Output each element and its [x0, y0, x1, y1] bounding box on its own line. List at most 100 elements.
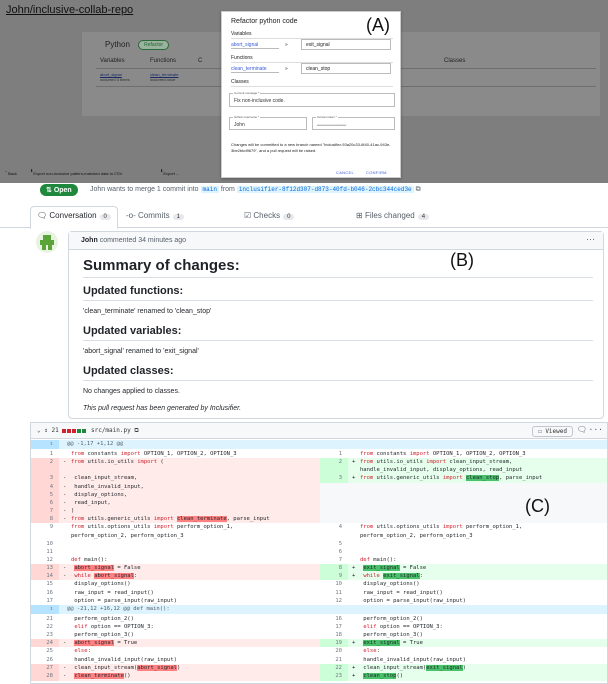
code-text: handle_invalid_input,	[71, 483, 144, 490]
access-token-field[interactable]: Access token * •••••••••••••••••••••••••…	[312, 115, 395, 130]
diff-hunk-header: ⇕ @@ -1,17 +1,12 @@	[31, 440, 607, 449]
panel-a-refactor-tool: John/inclusive-collab-repo Python Refact…	[0, 0, 608, 183]
code-text: exit_signal = True	[363, 640, 423, 647]
tab-label: Conversation	[49, 211, 97, 220]
pr-from-word: from	[220, 186, 235, 193]
export-csv-button[interactable]: ⬇ Export non-inclusive pattern-matched d…	[30, 168, 122, 176]
viewed-label: Viewed	[545, 428, 567, 435]
code-line: + clean_stop()	[348, 671, 607, 681]
code-text: from utils.generic_utils import clean_te…	[71, 516, 270, 523]
head-branch-link[interactable]: inclusifier-8f12d307-d873-40fd-b046-2cbc…	[236, 186, 414, 193]
code-text: exit_signal = False	[363, 565, 427, 572]
code-text: perform_option_2, perform_option_3	[71, 532, 184, 539]
code-text: from utils.options_utils import perform_…	[71, 524, 234, 531]
panel-label-c: (C)	[525, 496, 550, 516]
github-username-field[interactable]: Github username * John	[229, 115, 307, 130]
col-header-variables: Variables	[100, 58, 125, 64]
line-number[interactable]: 23	[320, 671, 348, 681]
rename-arrow-icon: »	[285, 66, 288, 72]
expand-icon[interactable]: ↕	[44, 427, 48, 434]
tab-conversation[interactable]: 🗨 Conversation 0	[30, 206, 118, 229]
function-new-name-input[interactable]: clean_stop	[301, 63, 391, 74]
back-button[interactable]: ← Back	[4, 168, 17, 176]
collapse-chevron-icon[interactable]: ⌄	[37, 427, 41, 434]
hunk-header-text: @@ -1,17 +1,12 @@	[67, 441, 124, 447]
comment-options-icon[interactable]: ···	[586, 234, 595, 244]
diff-options-icon[interactable]: ···	[589, 425, 603, 434]
comment-header: John commented 34 minutes ago ···	[69, 232, 603, 250]
copy-path-icon[interactable]: ⧉	[134, 427, 138, 434]
diff-line: 28- clean_terminate() 23 + clean_stop()	[31, 671, 607, 681]
base-branch-link[interactable]: main	[200, 186, 219, 193]
checks-icon: ☑	[244, 211, 252, 220]
copy-icon[interactable]: ⧉	[416, 186, 421, 193]
col-header-functions: Functions	[150, 58, 177, 64]
conversation-icon: 🗨	[37, 211, 48, 220]
tab-checks[interactable]: ☑ Checks 0	[244, 211, 295, 220]
username-label: Github username *	[233, 115, 261, 119]
back-label: Back	[8, 171, 17, 176]
code-text: from constants import OPTION_1, OPTION_2…	[71, 451, 237, 457]
code-text: from utils.io_utils import clean_input_s…	[360, 459, 513, 466]
refactor-pill-button[interactable]: Refactor	[138, 40, 170, 50]
code-text: while abort_signal:	[74, 573, 138, 580]
confirm-button[interactable]: CONFIRM	[366, 170, 387, 175]
heading-rule	[83, 300, 593, 301]
functions-heading: Updated functions:	[83, 285, 184, 297]
code-text: def main():	[360, 556, 397, 563]
classes-section-header: Classes	[231, 79, 249, 85]
code-text: option = parse_input(raw_input)	[71, 597, 177, 604]
pull-request-status-bar: ⇅ Open John wants to merge 1 commit into…	[40, 184, 608, 198]
tab-label: Checks	[253, 211, 281, 220]
section-divider	[231, 86, 393, 87]
commit-message-value: Fix non-inclusive code.	[234, 98, 285, 104]
summary-heading: Summary of changes:	[83, 257, 240, 274]
code-text: clean_stop()	[363, 672, 404, 679]
comment-icon[interactable]: 🗨	[577, 425, 587, 434]
commit-message-field[interactable]: Commit message * Fix non-inclusive code.	[229, 91, 395, 107]
variable-new-name-input[interactable]: exit_signal	[301, 39, 391, 50]
code-text: from utils.options_utils import perform_…	[360, 524, 523, 531]
cancel-button[interactable]: CANCEL	[336, 170, 354, 175]
author-avatar[interactable]	[36, 231, 58, 253]
export-csv-label: Export non-inclusive pattern-matched dat…	[33, 171, 123, 176]
code-text: else:	[363, 648, 380, 655]
line-number[interactable]: 28	[31, 671, 59, 681]
tab-label: Files changed	[364, 211, 415, 220]
comment-author-link[interactable]: John	[81, 237, 98, 244]
tab-commits[interactable]: -o- Commits 1	[126, 211, 184, 220]
open-label: Open	[53, 187, 72, 194]
file-path-link[interactable]: src/main.py	[91, 427, 131, 434]
diff-marker: -	[63, 672, 67, 679]
code-line: - clean_terminate()	[59, 671, 320, 681]
diff-file-header: ⌄ ↕ 21 src/main.py ⧉ ☐ Viewed 🗨 ···	[31, 423, 607, 439]
open-status-badge: ⇅ Open	[40, 184, 78, 196]
expand-hunk-icon[interactable]: ⇕	[31, 604, 59, 614]
classes-heading: Updated classes:	[83, 365, 174, 377]
language-row: Python Refactor	[105, 40, 170, 50]
repo-title-link[interactable]: John/inclusive-collab-repo	[6, 4, 133, 16]
rename-arrow-icon: »	[285, 42, 288, 48]
export-other-button[interactable]: ⬇ Export ...	[160, 168, 179, 176]
col-header-classes-cut: C	[198, 58, 203, 64]
viewed-checkbox[interactable]: ☐ Viewed	[532, 426, 573, 437]
expand-hunk-icon[interactable]: ⇕	[31, 440, 59, 449]
function-old-name: clean_terminate	[231, 66, 279, 73]
col-header-classes: Classes	[444, 58, 466, 64]
token-value: ••••••••••••••••••••••••••••	[317, 123, 347, 127]
code-text: read_input,	[71, 499, 111, 506]
code-text: perform_option_2()	[360, 615, 423, 622]
diff-hunk-header: ⇕ @@ -21,12 +16,12 @@ def main():	[31, 604, 607, 614]
bg-function-cell: clean_terminate occurred once	[150, 72, 178, 82]
heading-rule	[83, 277, 593, 278]
code-text: perform_option_3()	[360, 632, 423, 639]
classes-text: No changes applied to classes.	[83, 388, 180, 395]
dialog-title: Refactor python code	[231, 18, 298, 25]
variables-heading: Updated variables:	[83, 325, 182, 337]
code-text: perform_option_2, perform_option_3	[360, 532, 473, 539]
commit-message-label: Commit message *	[233, 91, 261, 95]
bg-variable-count: occurred 3 times	[100, 77, 130, 82]
tab-files-changed[interactable]: ⊞ Files changed 4	[356, 211, 430, 220]
pr-prefix: John wants to merge 1 commit into	[90, 186, 199, 193]
hunk-header-text: @@ -21,12 +16,12 @@ def main():	[67, 605, 170, 612]
